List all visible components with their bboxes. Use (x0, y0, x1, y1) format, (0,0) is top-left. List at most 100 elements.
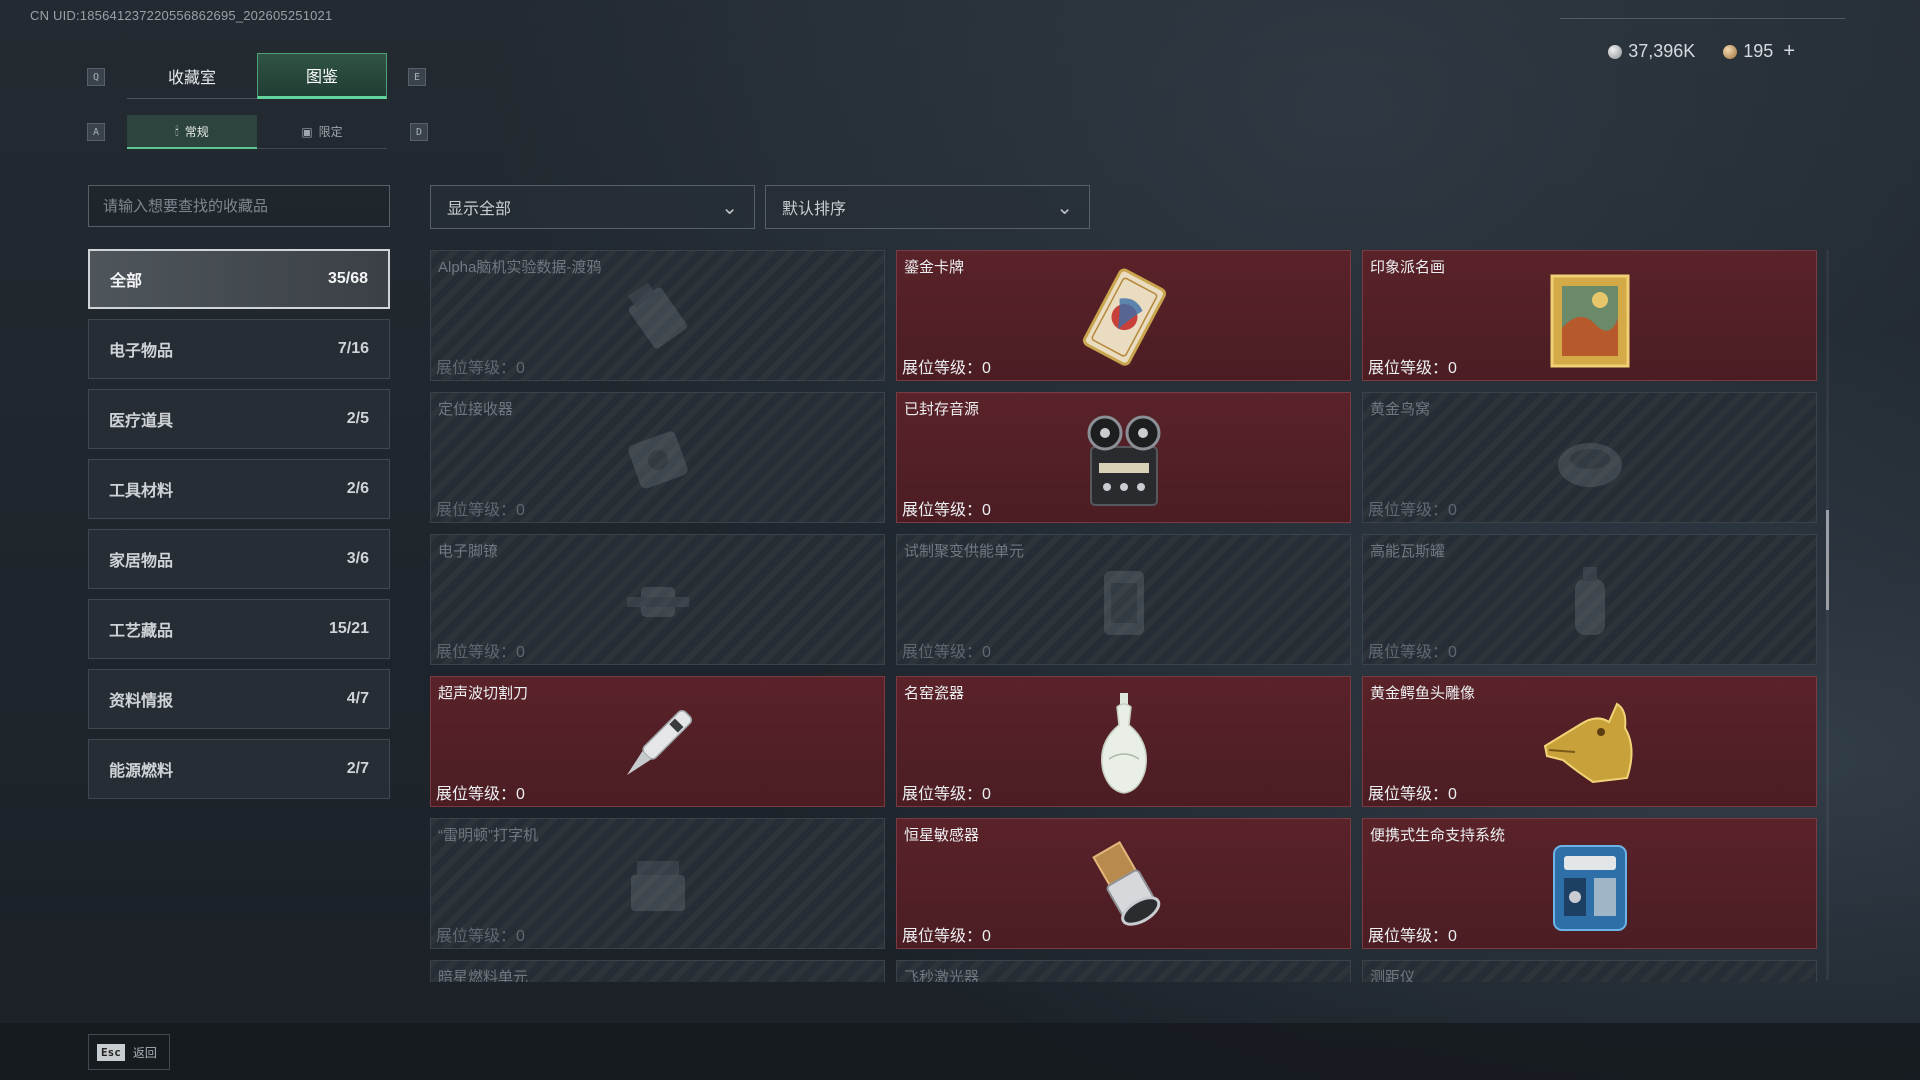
subtab-regular[interactable]: 🕯 常规 (127, 115, 257, 149)
bottom-bar (0, 1023, 1920, 1080)
framed-painting-icon (1550, 274, 1629, 368)
category-count: 35/68 (327, 270, 368, 287)
gilded-card-icon (1082, 268, 1166, 366)
search-input[interactable] (88, 185, 390, 227)
currency-bar: 37,396K 195 + (1608, 40, 1795, 63)
item-card[interactable]: 测距仪 (1362, 960, 1817, 982)
item-grid: Alpha脑机实验数据-渡鸦 展位等级：0 鎏金卡牌 展位等级：0 印象派名画 … (430, 250, 1818, 982)
item-card[interactable]: 定位接收器 展位等级：0 (430, 392, 885, 523)
item-name: 便携式生命支持系统 (1370, 827, 1506, 844)
tab-label: 图鉴 (305, 69, 338, 86)
key-hint-a: A (87, 123, 105, 141)
item-name: 黄金鸟窝 (1370, 401, 1431, 418)
gas-canister-icon (1574, 567, 1605, 636)
category-label: 工具材料 (109, 483, 174, 500)
category-intel[interactable]: 资料情报 4/7 (88, 669, 390, 729)
category-tools[interactable]: 工具材料 2/6 (88, 459, 390, 519)
star-sensor-icon (1091, 841, 1160, 926)
item-level: 展位等级：0 (436, 502, 525, 519)
item-card[interactable]: 暗星燃料单元 (430, 960, 885, 982)
sort-dropdown[interactable]: 默认排序 ⌄ (765, 185, 1090, 229)
grid-scrollbar-track[interactable] (1826, 250, 1829, 980)
category-electronics[interactable]: 电子物品 7/16 (88, 319, 390, 379)
item-level: 展位等级：0 (436, 360, 525, 377)
reel-tape-recorder-icon (1087, 415, 1160, 507)
subtab-limited[interactable]: ▣ 限定 (257, 115, 387, 149)
category-label: 电子物品 (109, 343, 174, 360)
dropdown-value: 显示全部 (447, 201, 512, 218)
category-count: 2/6 (346, 480, 369, 497)
item-card[interactable]: 试制聚变供能单元 展位等级：0 (896, 534, 1351, 665)
item-card[interactable]: 高能瓦斯罐 展位等级：0 (1362, 534, 1817, 665)
item-level: 展位等级：0 (1368, 928, 1457, 945)
typewriter-icon (630, 861, 685, 912)
tab-collection-room[interactable]: 收藏室 (127, 53, 257, 99)
silver-coin-icon (1608, 44, 1623, 59)
item-card[interactable]: 超声波切割刀 展位等级：0 (430, 676, 885, 807)
item-name: 鎏金卡牌 (904, 259, 965, 276)
subtab-label: 常规 (184, 124, 209, 139)
item-card[interactable]: “雷明顿”打字机 展位等级：0 (430, 818, 885, 949)
item-card[interactable]: 名窑瓷器 展位等级：0 (896, 676, 1351, 807)
show-filter-dropdown[interactable]: 显示全部 ⌄ (430, 185, 755, 229)
grid-scrollbar-thumb[interactable] (1826, 510, 1829, 610)
item-card[interactable]: 便携式生命支持系统 展位等级：0 (1362, 818, 1817, 949)
item-card[interactable]: 鎏金卡牌 展位等级：0 (896, 250, 1351, 381)
tab-label: 收藏室 (167, 69, 216, 87)
category-count: 4/7 (346, 690, 369, 707)
add-currency-button[interactable]: + (1783, 40, 1795, 63)
item-card[interactable]: 黄金鸟窝 展位等级：0 (1362, 392, 1817, 523)
category-count: 15/21 (328, 620, 369, 637)
item-level: 展位等级：0 (1368, 502, 1457, 519)
silver-currency: 37,396K (1608, 41, 1695, 62)
category-label: 资料情报 (109, 693, 174, 710)
category-count: 7/16 (337, 340, 369, 357)
category-label: 家居物品 (109, 553, 174, 570)
key-hint-q: Q (87, 68, 105, 86)
main-tabs: 收藏室 图鉴 (127, 53, 387, 99)
top-divider (1560, 18, 1845, 19)
category-all[interactable]: 全部 35/68 (88, 249, 390, 309)
item-name: 高能瓦斯罐 (1370, 543, 1446, 560)
item-name: 暗星燃料单元 (438, 969, 529, 982)
item-card[interactable]: 飞秒激光器 (896, 960, 1351, 982)
category-medical[interactable]: 医疗道具 2/5 (88, 389, 390, 449)
back-button[interactable]: Esc 返回 (88, 1034, 170, 1070)
item-card[interactable]: 印象派名画 展位等级：0 (1362, 250, 1817, 381)
ultrasonic-cutter-icon (626, 710, 692, 776)
bronze-currency: 195 + (1723, 40, 1795, 63)
category-label: 全部 (110, 273, 143, 290)
item-level: 展位等级：0 (902, 502, 991, 519)
category-label: 工艺藏品 (109, 623, 174, 640)
item-level: 展位等级：0 (902, 360, 991, 377)
item-name: 恒星敏感器 (904, 827, 980, 844)
bronze-coin-icon (1723, 44, 1738, 59)
golden-nest-icon (1557, 443, 1622, 488)
item-card[interactable]: 已封存音源 展位等级：0 (896, 392, 1351, 523)
receiver-icon (627, 431, 688, 489)
golden-crocodile-head-icon (1543, 702, 1632, 784)
item-card[interactable]: 黄金鳄鱼头雕像 展位等级：0 (1362, 676, 1817, 807)
tab-codex[interactable]: 图鉴 (257, 53, 387, 99)
item-level: 展位等级：0 (436, 644, 525, 661)
item-name: Alpha脑机实验数据-渡鸦 (438, 259, 602, 276)
silver-amount: 37,396K (1628, 41, 1696, 61)
category-household[interactable]: 家居物品 3/6 (88, 529, 390, 589)
category-label: 能源燃料 (109, 763, 174, 780)
item-card[interactable]: 恒星敏感器 展位等级：0 (896, 818, 1351, 949)
item-card[interactable]: Alpha脑机实验数据-渡鸦 展位等级：0 (430, 250, 885, 381)
item-level: 展位等级：0 (902, 786, 991, 803)
flame-icon: 🕯 (175, 123, 179, 138)
esc-key-hint: Esc (97, 1043, 125, 1061)
item-name: 电子脚镣 (438, 543, 499, 560)
item-level: 展位等级：0 (902, 644, 991, 661)
item-card[interactable]: 电子脚镣 展位等级：0 (430, 534, 885, 665)
porcelain-vase-icon (1100, 693, 1147, 794)
category-label: 医疗道具 (109, 413, 174, 430)
dropdown-value: 默认排序 (782, 201, 847, 218)
life-support-system-icon (1552, 845, 1627, 932)
category-energy[interactable]: 能源燃料 2/7 (88, 739, 390, 799)
uid-text: CN UID:185641237220556862695_20260525102… (30, 8, 333, 23)
category-crafts[interactable]: 工艺藏品 15/21 (88, 599, 390, 659)
chevron-down-icon: ⌄ (721, 196, 738, 219)
